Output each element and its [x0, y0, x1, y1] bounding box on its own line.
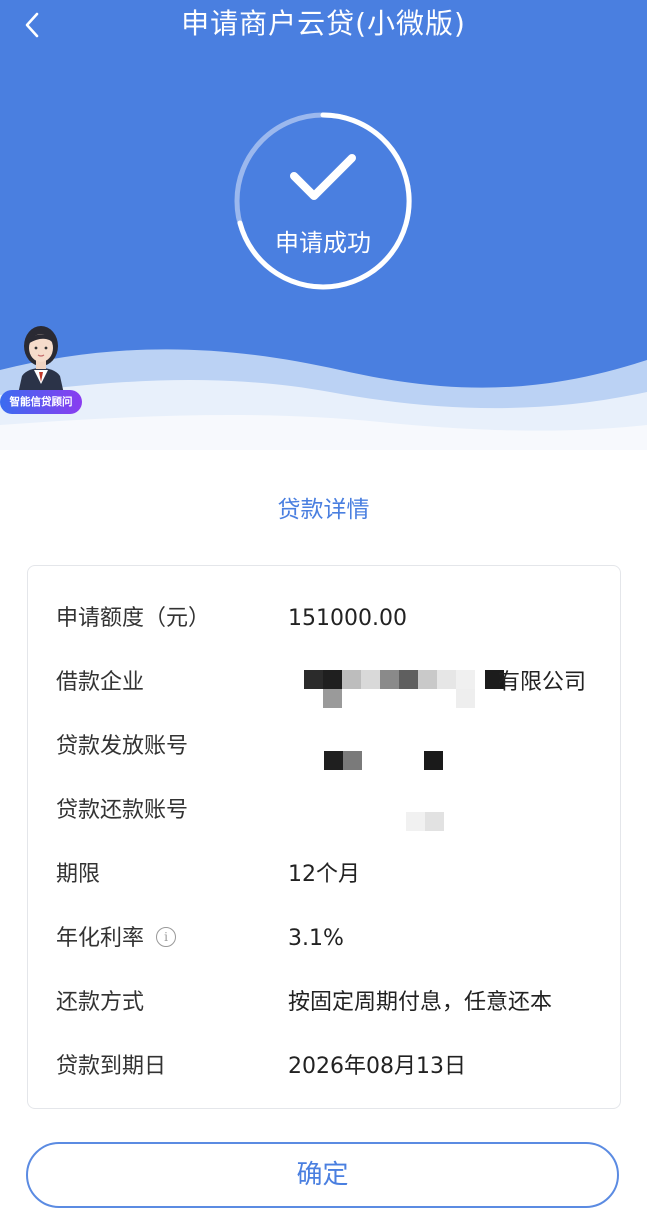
status-indicator: 申请成功	[232, 110, 414, 292]
detail-label: 年化利率 i	[56, 923, 177, 955]
checkmark-icon	[290, 154, 356, 200]
detail-label-text: 年化利率	[56, 926, 145, 951]
advisor-badge: 智能信贷顾问	[0, 390, 82, 414]
redacted-account-number	[406, 812, 446, 832]
detail-value: 按固定周期付息，任意还本	[288, 990, 553, 1015]
advisor-avatar	[18, 326, 64, 394]
loan-details-card: 申请额度（元） 151000.00 借款企业 有限公司 贷款发放账号 贷款还款账…	[27, 565, 621, 1109]
advisor-widget[interactable]: 智能信贷顾问	[0, 318, 84, 416]
detail-row-disbursement-account: 贷款发放账号	[28, 727, 620, 770]
detail-label: 还款方式	[56, 990, 145, 1015]
page-title: 申请商户云贷(小微版)	[181, 7, 466, 40]
detail-value: 有限公司	[498, 670, 587, 695]
detail-label: 贷款到期日	[56, 1054, 167, 1079]
detail-row-amount: 申请额度（元） 151000.00	[28, 599, 620, 639]
detail-value: 151000.00	[288, 606, 407, 631]
detail-label: 申请额度（元）	[56, 606, 211, 631]
detail-value: 2026年08月13日	[288, 1054, 466, 1079]
detail-row-term: 期限 12个月	[28, 855, 620, 895]
navigation-bar: 申请商户云贷(小微版)	[0, 0, 647, 52]
detail-value: 3.1%	[288, 926, 344, 951]
detail-row-interest-rate: 年化利率 i 3.1%	[28, 919, 620, 959]
info-icon[interactable]: i	[156, 927, 177, 947]
detail-label: 期限	[56, 862, 101, 887]
wave-decoration	[0, 349, 647, 470]
confirm-button[interactable]: 确定	[26, 1142, 619, 1208]
detail-value: 12个月	[288, 862, 360, 887]
detail-label: 借款企业	[56, 670, 145, 695]
detail-row-borrower: 借款企业 有限公司	[28, 663, 620, 708]
detail-row-repayment-account: 贷款还款账号	[28, 791, 620, 831]
detail-row-maturity-date: 贷款到期日 2026年08月13日	[28, 1047, 620, 1087]
redacted-company-name	[304, 670, 504, 710]
status-text: 申请成功	[275, 229, 371, 257]
detail-label: 贷款发放账号	[56, 734, 189, 759]
detail-label: 贷款还款账号	[56, 798, 189, 823]
header-banner: 申请商户云贷(小微版) 申请成功 智能信贷顾问	[0, 0, 647, 470]
redacted-account-number	[324, 751, 464, 771]
detail-row-repayment-method: 还款方式 按固定周期付息，任意还本	[28, 983, 620, 1023]
section-title: 贷款详情	[277, 497, 370, 523]
